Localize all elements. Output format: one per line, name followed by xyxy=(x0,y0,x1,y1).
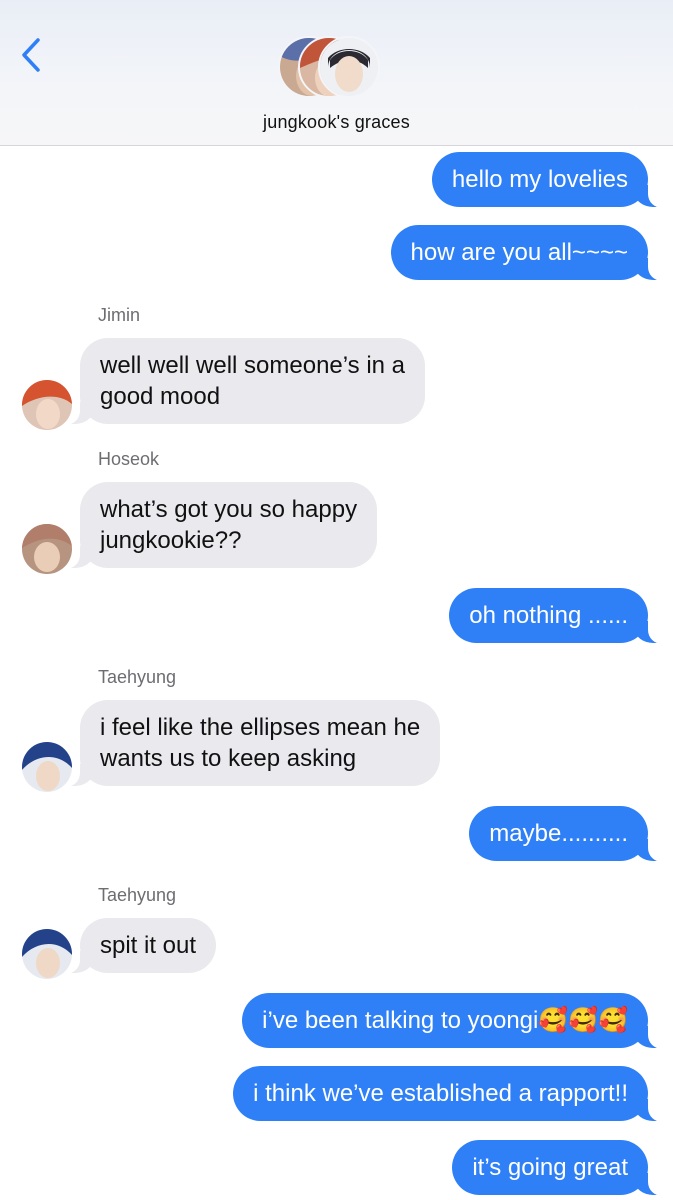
message-text-line: well well well someone’s in a xyxy=(100,352,406,379)
bubble-tail xyxy=(57,950,93,974)
outgoing-message[interactable]: oh nothing ...... xyxy=(449,588,671,644)
message-text: how are you all~~~~ xyxy=(410,239,629,266)
group-avatar-stack[interactable] xyxy=(278,36,396,102)
message-text: it’s going great xyxy=(472,1154,628,1181)
bubble-tail xyxy=(57,545,93,569)
message-text-line: i feel like the ellipses mean he xyxy=(100,714,421,741)
outgoing-message[interactable]: hello my lovelies xyxy=(431,152,671,208)
message-text-line: wants us to keep asking xyxy=(100,745,357,772)
conversation-header: jungkook's graces xyxy=(0,0,673,146)
avatar[interactable] xyxy=(22,380,72,430)
outgoing-message[interactable]: i think we’ve established a rapport!! xyxy=(233,1066,671,1122)
bubble-tail xyxy=(635,620,671,644)
sender-name: Taehyung xyxy=(98,885,177,905)
incoming-message[interactable]: spit it out xyxy=(57,918,217,974)
group-name[interactable]: jungkook's graces xyxy=(0,112,673,133)
bubble-tail xyxy=(57,763,93,787)
bubble-tail xyxy=(635,1098,671,1122)
message-text: i’ve been talking to yoongi🥰🥰🥰 xyxy=(262,1007,628,1034)
message-text-line: jungkookie?? xyxy=(100,527,242,554)
message-text: oh nothing ...... xyxy=(469,602,628,629)
bubble-tail xyxy=(57,401,93,425)
bubble-tail xyxy=(635,257,671,281)
incoming-message[interactable]: what’s got you so happy jungkookie?? xyxy=(57,482,378,569)
message-text: hello my lovelies xyxy=(451,166,628,193)
sender-name: Hoseok xyxy=(98,449,160,469)
bubble-tail xyxy=(635,838,671,862)
avatar xyxy=(318,36,380,98)
avatar[interactable] xyxy=(22,524,72,574)
avatar[interactable] xyxy=(22,929,72,979)
incoming-message[interactable]: i feel like the ellipses mean he wants u… xyxy=(57,700,441,787)
chevron-left-icon xyxy=(22,38,40,72)
outgoing-message[interactable]: how are you all~~~~ xyxy=(390,225,671,281)
message-text: spit it out xyxy=(100,932,197,959)
message-text: maybe.......... xyxy=(489,820,628,847)
message-text: i think we’ve established a rapport!! xyxy=(253,1080,628,1107)
message-text-line: what’s got you so happy xyxy=(100,496,358,523)
sender-name: Taehyung xyxy=(98,667,177,687)
avatar[interactable] xyxy=(22,742,72,792)
bubble-tail xyxy=(635,1025,671,1049)
outgoing-message[interactable]: i’ve been talking to yoongi🥰🥰🥰 xyxy=(242,993,671,1049)
bubble-tail xyxy=(635,1172,671,1196)
sender-name: Jimin xyxy=(98,305,141,325)
outgoing-message[interactable]: it’s going great xyxy=(452,1140,671,1196)
incoming-message[interactable]: well well well someone’s in a good mood xyxy=(57,338,426,425)
back-button[interactable] xyxy=(18,36,48,76)
bubble-tail xyxy=(635,184,671,208)
message-text-line: good mood xyxy=(100,383,221,410)
outgoing-message[interactable]: maybe.......... xyxy=(469,806,671,862)
